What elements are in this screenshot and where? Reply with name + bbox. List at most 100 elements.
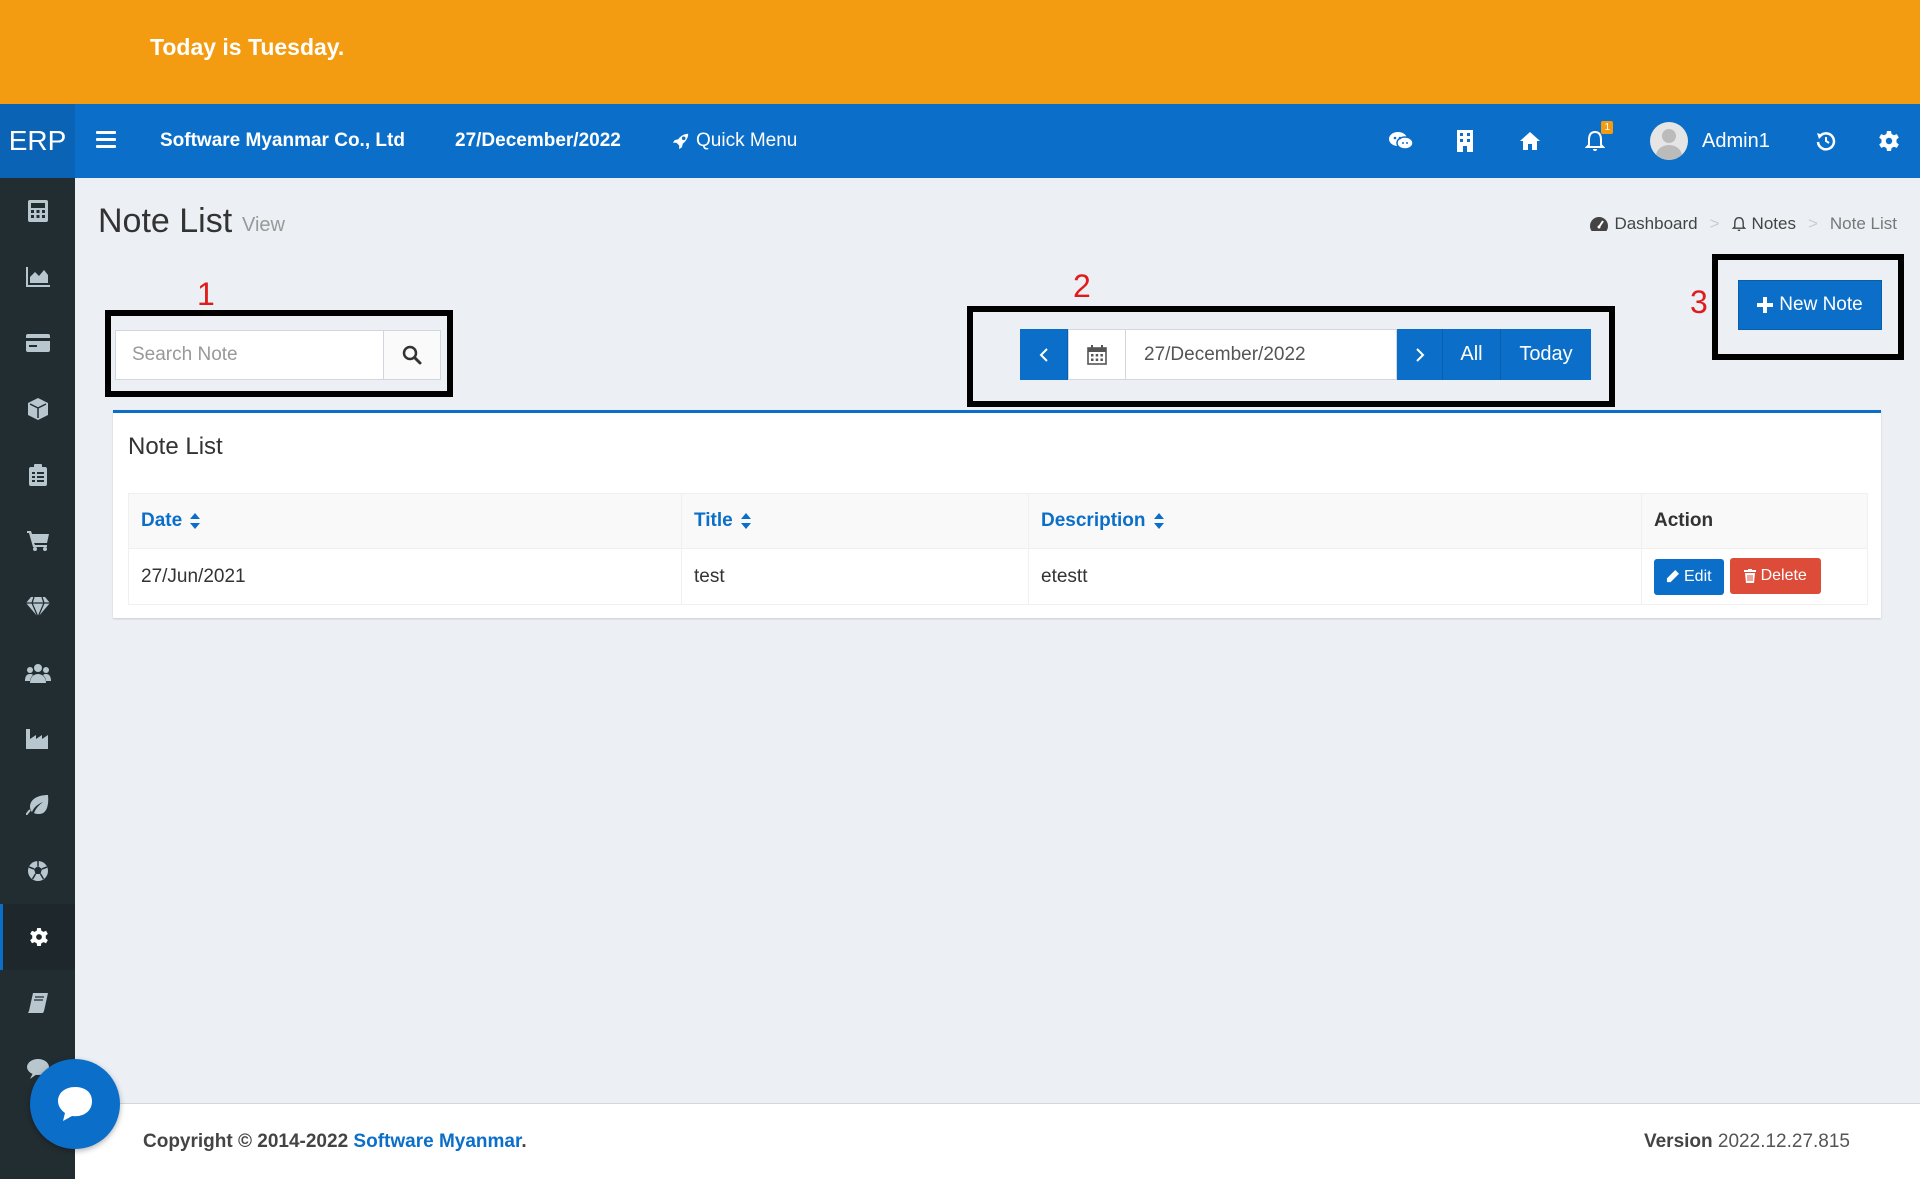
quick-menu-link[interactable]: Quick Menu — [672, 130, 797, 152]
home-icon[interactable] — [1515, 126, 1545, 156]
announcement-banner: Today is Tuesday. — [0, 0, 1920, 104]
sidebar-item-soccer-ball[interactable] — [0, 838, 75, 904]
breadcrumb-dashboard[interactable]: Dashboard — [1590, 214, 1698, 234]
previous-date-button[interactable] — [1020, 329, 1068, 380]
book-icon — [27, 993, 48, 1013]
industry-icon — [25, 729, 48, 749]
table-header-row: Date Title Description Action — [128, 493, 1868, 549]
today-button[interactable]: Today — [1501, 329, 1591, 380]
building-icon[interactable] — [1450, 126, 1480, 156]
new-note-button[interactable]: New Note — [1738, 280, 1882, 330]
credit-card-icon — [25, 334, 50, 352]
avatar — [1650, 122, 1688, 160]
sidebar-item-industry[interactable] — [0, 706, 75, 772]
app-logo[interactable]: ERP — [0, 104, 75, 178]
sidebar-item-cart[interactable] — [0, 508, 75, 574]
all-dates-button[interactable]: All — [1443, 329, 1501, 380]
chat-bubble-icon — [58, 1087, 92, 1121]
header-date[interactable]: 27/December/2022 — [455, 130, 621, 152]
pencil-icon — [1666, 570, 1679, 583]
edit-label: Edit — [1684, 567, 1712, 585]
breadcrumb-current: Note List — [1829, 214, 1897, 233]
sidebar-item-clipboard[interactable] — [0, 442, 75, 508]
notification-badge: 1 — [1601, 121, 1613, 134]
cell-description: etestt — [1028, 548, 1642, 605]
column-header-title[interactable]: Title — [681, 493, 1029, 549]
dashboard-icon — [1590, 217, 1609, 231]
rocket-icon — [672, 133, 689, 150]
sidebar-item-leaf[interactable] — [0, 772, 75, 838]
breadcrumb-separator: > — [1807, 214, 1818, 233]
sidebar-item-users[interactable] — [0, 640, 75, 706]
column-header-action: Action — [1641, 493, 1868, 549]
cell-actions: Edit Delete — [1641, 548, 1868, 605]
copyright: Copyright © 2014-2022 Software Myanmar. — [143, 1131, 527, 1153]
date-input[interactable] — [1126, 329, 1397, 380]
page-title: Note List — [98, 202, 233, 240]
sidebar-item-calculator[interactable] — [0, 178, 75, 244]
breadcrumb: Dashboard > Notes > Note List — [1590, 214, 1897, 234]
column-header-date[interactable]: Date — [128, 493, 682, 549]
copyright-period: . — [521, 1131, 527, 1152]
column-header-label: Description — [1041, 510, 1146, 531]
annotation-number: 1 — [197, 276, 215, 312]
breadcrumb-dashboard-label: Dashboard — [1614, 214, 1698, 233]
annotation-number: 2 — [1073, 268, 1091, 304]
sidebar-item-settings[interactable] — [0, 904, 75, 970]
edit-button[interactable]: Edit — [1654, 558, 1724, 595]
column-header-description[interactable]: Description — [1028, 493, 1642, 549]
search-button[interactable] — [383, 330, 441, 380]
chat-icon[interactable] — [1386, 126, 1416, 156]
calendar-icon — [1087, 344, 1107, 365]
table-row: 27/Jun/2021 test etestt Edit Delete — [128, 548, 1868, 605]
users-icon — [24, 664, 51, 683]
breadcrumb-notes[interactable]: Notes — [1731, 214, 1796, 234]
footer: Copyright © 2014-2022 Software Myanmar. … — [75, 1103, 1920, 1179]
history-icon[interactable] — [1811, 126, 1841, 156]
clipboard-icon — [28, 464, 47, 486]
soccer-ball-icon — [27, 861, 48, 881]
banner-text: Today is Tuesday. — [150, 34, 345, 60]
calendar-addon[interactable] — [1068, 329, 1126, 380]
breadcrumb-separator: > — [1709, 214, 1720, 233]
cube-icon — [27, 398, 48, 420]
sidebar-item-area-chart[interactable] — [0, 244, 75, 310]
company-link[interactable]: Software Myanmar — [353, 1131, 521, 1152]
sidebar-item-credit-card[interactable] — [0, 310, 75, 376]
calculator-icon — [27, 200, 48, 222]
delete-button[interactable]: Delete — [1729, 558, 1821, 595]
column-header-label: Date — [141, 510, 183, 531]
breadcrumb-notes-label: Notes — [1751, 214, 1796, 233]
note-list-panel: Note List Date Title Description Action — [113, 410, 1881, 618]
column-header-label: Title — [694, 510, 733, 531]
annotation-number: 3 — [1690, 284, 1708, 320]
search-input[interactable] — [115, 330, 385, 380]
cell-date: 27/Jun/2021 — [128, 548, 682, 605]
search-icon — [402, 345, 422, 365]
user-name: Admin1 — [1702, 129, 1770, 152]
notes-table: Date Title Description Action 27/Jun/202… — [128, 493, 1868, 605]
area-chart-icon — [25, 267, 50, 287]
version-value: 2022.12.27.815 — [1717, 1131, 1850, 1152]
sort-icon — [1153, 512, 1164, 529]
sidebar-item-book[interactable] — [0, 970, 75, 1036]
cell-title: test — [681, 548, 1029, 605]
cart-icon — [26, 531, 49, 551]
sidebar-item-cube[interactable] — [0, 376, 75, 442]
menu-toggle-icon[interactable] — [96, 131, 116, 149]
gear-icon — [30, 928, 48, 946]
company-name[interactable]: Software Myanmar Co., Ltd — [160, 130, 405, 152]
bell-icon[interactable]: 1 — [1580, 121, 1613, 156]
next-date-button[interactable] — [1397, 329, 1443, 380]
panel-title: Note List — [128, 433, 223, 460]
diamond-icon — [25, 597, 50, 617]
live-chat-button[interactable] — [30, 1059, 120, 1149]
page-subtitle: View — [242, 214, 285, 236]
chevron-left-icon — [1039, 347, 1048, 362]
top-navbar: ERP Software Myanmar Co., Ltd 27/Decembe… — [0, 104, 1920, 178]
sort-icon — [190, 512, 201, 529]
sidebar-item-diamond[interactable] — [0, 574, 75, 640]
user-menu[interactable]: Admin1 — [1650, 122, 1770, 160]
chevron-right-icon — [1415, 347, 1424, 362]
gear-icon[interactable] — [1874, 126, 1904, 156]
